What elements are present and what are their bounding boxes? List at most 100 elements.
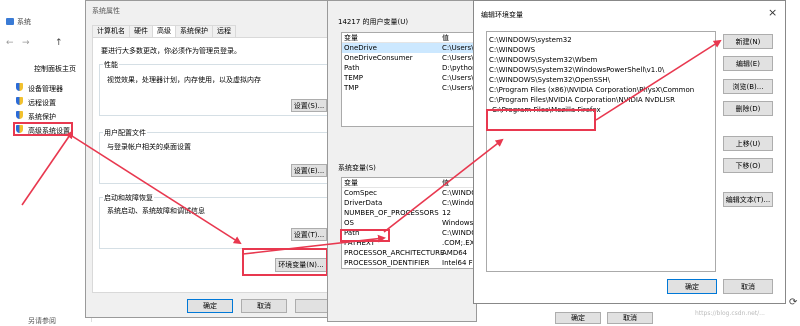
list-item[interactable]: C:\WINDOWS\System32\WindowsPowerShell\v1… xyxy=(487,65,715,75)
ok-button[interactable]: 确定 xyxy=(187,299,233,313)
var-name: NUMBER_OF_PROCESSORS xyxy=(344,209,439,217)
table-row[interactable]: ComSpec C:\WINDO xyxy=(342,188,477,198)
column-header-value[interactable]: 值 xyxy=(442,178,449,188)
system-variables-legend: 系统变量(S) xyxy=(338,164,376,172)
var-value: Windows_ xyxy=(442,219,477,227)
path-entries-list[interactable]: C:\WINDOWS\system32 C:\WINDOWS C:\WINDOW… xyxy=(486,31,716,272)
table-row[interactable]: OneDriveConsumer C:\Users\1 xyxy=(342,53,477,63)
window-title: 系统 xyxy=(17,18,31,26)
table-row[interactable]: PROCESSOR_ARCHITECTURE AMD64 xyxy=(342,248,476,258)
startup-recovery-legend: 启动和故障恢复 xyxy=(103,193,154,203)
sidebar-link-device-manager[interactable]: 设备管理器 xyxy=(28,84,63,94)
watermark: https://blog.csdn.net/... xyxy=(695,310,765,317)
var-name: OneDrive xyxy=(344,44,377,52)
browse-button[interactable]: 浏览(B)... xyxy=(723,79,773,94)
highlight-box xyxy=(13,122,73,136)
var-value: C:\Users\1 xyxy=(442,54,477,62)
admin-notice: 要进行大多数更改，你必须作为管理员登录。 xyxy=(101,47,241,55)
column-header-value[interactable]: 值 xyxy=(442,33,449,43)
env-ok-button-bottom[interactable]: 确定 xyxy=(555,312,601,324)
var-value: C:\Users\1 xyxy=(442,84,477,92)
performance-settings-button[interactable]: 设置(S)... xyxy=(291,99,327,112)
up-arrow-icon[interactable]: ↑ xyxy=(55,38,63,48)
column-header-variable[interactable]: 变量 xyxy=(344,179,358,187)
column-header-variable[interactable]: 变量 xyxy=(344,34,358,42)
highlight-box xyxy=(340,229,390,242)
shield-icon xyxy=(16,83,23,91)
highlight-box xyxy=(486,109,596,131)
move-down-button[interactable]: 下移(O) xyxy=(723,158,773,173)
env-cancel-button-bottom[interactable]: 取消 xyxy=(607,312,653,324)
var-name: ComSpec xyxy=(344,189,378,197)
var-name: PROCESSOR_ARCHITECTURE xyxy=(344,249,445,257)
tab-strip: 计算机名 硬件 高级 系统保护 远程 xyxy=(92,25,236,38)
var-value: .COM;.EXE xyxy=(442,239,477,247)
shield-icon xyxy=(16,97,23,105)
list-item[interactable]: C:\WINDOWS\System32\OpenSSH\ xyxy=(487,75,715,85)
tab-system-protection[interactable]: 系统保护 xyxy=(175,25,213,37)
table-row[interactable]: DriverData C:\Window xyxy=(342,198,476,208)
user-profile-legend: 用户配置文件 xyxy=(103,128,147,138)
system-variables-list[interactable]: 变量 值 ComSpec C:\WINDO DriverData C:\Window… xyxy=(341,177,477,269)
var-value: C:\Users\1 xyxy=(442,44,477,52)
tab-remote[interactable]: 远程 xyxy=(212,25,236,37)
table-row[interactable]: PROCESSOR_IDENTIFIER Intel64 F xyxy=(342,258,476,268)
control-panel-home-link[interactable]: 控制面板主页 xyxy=(34,64,76,74)
var-value: C:\WINDO xyxy=(442,229,477,237)
table-row[interactable]: Path D:\python xyxy=(342,63,476,73)
var-value: AMD64 xyxy=(442,249,468,257)
system-properties-dialog: 系统属性 计算机名 硬件 高级 系统保护 远程 要进行大多数更改，你必须作为管理… xyxy=(85,0,343,318)
var-value: Intel64 F xyxy=(442,259,473,267)
table-row[interactable]: TMP C:\Users\1 xyxy=(342,83,477,93)
user-variables-list[interactable]: 变量 值 OneDrive C:\Users\1 OneDriveConsumer… xyxy=(341,32,477,127)
forward-arrow-icon[interactable]: → xyxy=(22,38,30,48)
list-header: 变量 值 xyxy=(342,33,476,43)
table-row[interactable]: TEMP C:\Users\1 xyxy=(342,73,477,83)
system-icon xyxy=(6,18,14,25)
startup-settings-button[interactable]: 设置(T)... xyxy=(291,228,327,241)
user-profile-description: 与登录帐户相关的桌面设置 xyxy=(107,143,191,151)
new-button[interactable]: 新建(N) xyxy=(723,34,773,49)
list-header: 变量 值 xyxy=(342,178,476,188)
tab-computer-name[interactable]: 计算机名 xyxy=(92,25,130,37)
refresh-icon[interactable]: ⟳ xyxy=(789,297,797,308)
highlight-box xyxy=(242,248,328,276)
list-item[interactable]: C:\Program Files (x86)\NVIDIA Corporatio… xyxy=(487,85,715,95)
delete-button[interactable]: 删除(D) xyxy=(723,101,773,116)
startup-recovery-group xyxy=(99,197,329,249)
list-item[interactable]: C:\WINDOWS\System32\Wbem xyxy=(487,55,715,65)
var-value: C:\Users\1 xyxy=(442,74,477,82)
var-name: OS xyxy=(344,219,354,227)
cancel-button[interactable]: 取消 xyxy=(723,279,773,294)
var-value: C:\WINDO xyxy=(442,189,477,197)
list-item[interactable]: C:\WINDOWS xyxy=(487,45,715,55)
table-row[interactable]: NUMBER_OF_PROCESSORS 12 xyxy=(342,208,476,218)
close-icon[interactable]: × xyxy=(768,6,777,19)
edit-text-button[interactable]: 编辑文本(T)... xyxy=(723,192,773,207)
performance-description: 视觉效果，处理器计划，内存使用，以及虚拟内存 xyxy=(107,76,261,84)
edit-button[interactable]: 编辑(E) xyxy=(723,56,773,71)
var-name: OneDriveConsumer xyxy=(344,54,413,62)
shield-icon xyxy=(16,111,23,119)
see-also-label: 另请参阅 xyxy=(28,317,56,325)
performance-legend: 性能 xyxy=(103,60,119,70)
list-item[interactable]: C:\WINDOWS\system32 xyxy=(487,35,715,45)
tab-hardware[interactable]: 硬件 xyxy=(129,25,153,37)
var-name: TEMP xyxy=(344,74,363,82)
list-item[interactable]: C:\Program Files\NVIDIA Corporation\NVID… xyxy=(487,95,715,105)
cancel-button[interactable]: 取消 xyxy=(241,299,287,313)
move-up-button[interactable]: 上移(U) xyxy=(723,136,773,151)
var-name: PROCESSOR_IDENTIFIER xyxy=(344,259,430,267)
var-value: 12 xyxy=(442,209,451,217)
var-name: TMP xyxy=(344,84,359,92)
sidebar-link-remote[interactable]: 远程设置 xyxy=(28,98,56,108)
sidebar-link-protection[interactable]: 系统保护 xyxy=(28,112,56,122)
user-variables-legend: 14217 的用户变量(U) xyxy=(338,18,409,26)
dialog-title: 系统属性 xyxy=(92,7,120,15)
user-profile-settings-button[interactable]: 设置(E)... xyxy=(291,164,327,177)
ok-button[interactable]: 确定 xyxy=(667,279,717,294)
back-arrow-icon[interactable]: ← xyxy=(6,38,14,48)
control-panel-window: 系统 ← → ↑ 控制面板主页 设备管理器 远程设置 系统保护 高级系统设置 另… xyxy=(0,0,92,325)
table-row[interactable]: OS Windows_ xyxy=(342,218,477,228)
table-row[interactable]: OneDrive C:\Users\1 xyxy=(342,43,477,53)
